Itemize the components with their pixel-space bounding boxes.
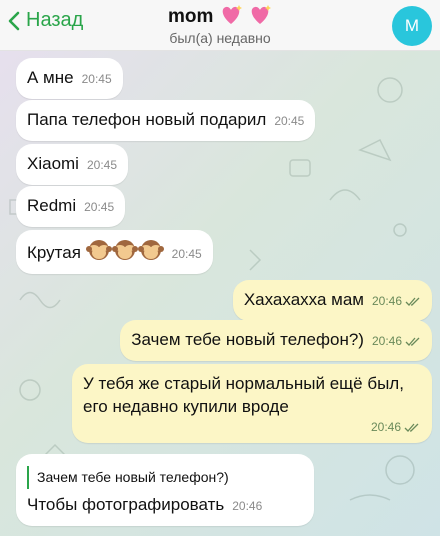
message-text: Зачем тебе новый телефон?): [131, 330, 364, 349]
message-text: Хахахахха мам: [243, 290, 364, 309]
chat-title-area[interactable]: mom был(а) недавно: [0, 4, 440, 46]
message-bubble[interactable]: У тебя же старый нормальный ещё был, его…: [72, 364, 432, 443]
message-text: У тебя же старый нормальный ещё был, его…: [83, 374, 404, 416]
see-no-evil-monkey-icon: [111, 240, 138, 260]
message-bubble[interactable]: Хахахахха мам 20:46: [232, 280, 432, 321]
message-bubble[interactable]: А мне 20:45: [16, 58, 123, 99]
message-text: Чтобы фотографировать: [27, 495, 225, 514]
message-time: 20:45: [86, 158, 117, 172]
chat-header: Назад mom был(а) недавно M: [0, 0, 440, 51]
reply-quote[interactable]: Зачем тебе новый телефон?): [27, 466, 303, 489]
sparkling-heart-icon: [251, 5, 271, 24]
message-bubble[interactable]: Redmi 20:45: [16, 186, 126, 227]
avatar[interactable]: M: [392, 6, 432, 46]
double-check-icon: [404, 423, 419, 432]
message-time: 20:45: [171, 247, 202, 261]
message-time: 20:46: [232, 499, 263, 513]
message-bubble[interactable]: Зачем тебе новый телефон?) 20:46: [120, 320, 432, 361]
see-no-evil-monkey-icon: [85, 240, 112, 260]
message-time: 20:46: [371, 334, 402, 348]
double-check-icon: [405, 297, 420, 306]
message-time: 20:46: [371, 294, 402, 308]
message-text: Xiaomi: [27, 154, 79, 173]
double-check-icon: [405, 337, 420, 346]
last-seen-status: был(а) недавно: [169, 30, 271, 46]
message-time: 20:45: [274, 114, 305, 128]
message-text: А мне: [27, 68, 74, 87]
message-time: 20:46: [370, 420, 401, 434]
message-bubble[interactable]: Xiaomi 20:45: [16, 144, 128, 185]
message-time: 20:45: [81, 72, 112, 86]
message-time: 20:45: [84, 200, 115, 214]
message-text: Redmi: [27, 196, 77, 215]
see-no-evil-monkey-icon: [137, 240, 164, 260]
message-bubble[interactable]: Крутая 20:45: [16, 230, 213, 274]
reply-quote-text: Зачем тебе новый телефон?): [37, 469, 229, 485]
chat-title: mom: [0, 4, 440, 28]
message-text: Папа телефон новый подарил: [27, 110, 267, 129]
message-list[interactable]: А мне 20:45 Папа телефон новый подарил 20:…: [0, 50, 440, 536]
message-text: Крутая: [27, 243, 81, 262]
message-bubble[interactable]: Зачем тебе новый телефон?) Чтобы фотогра…: [16, 454, 314, 526]
sparkling-heart-icon: [222, 5, 242, 24]
message-bubble[interactable]: Папа телефон новый подарил 20:45: [16, 100, 316, 141]
